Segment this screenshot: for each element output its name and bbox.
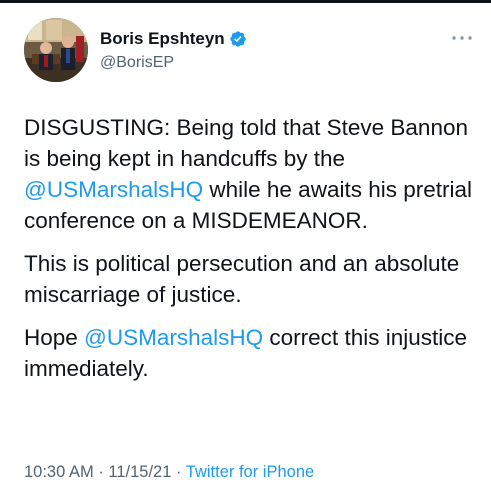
display-name[interactable]: Boris Epshteyn bbox=[100, 28, 225, 49]
tweet-paragraph-2: This is political persecution and an abs… bbox=[24, 251, 460, 307]
tweet-text: DISGUSTING: Being told that Steve Bannon… bbox=[24, 112, 474, 396]
display-name-row[interactable]: Boris Epshteyn bbox=[100, 28, 247, 49]
meta-separator: · bbox=[171, 463, 186, 481]
tweet-metadata: 10:30 AM · 11/15/21 · Twitter for iPhone bbox=[24, 462, 314, 482]
tweet-date[interactable]: 11/15/21 bbox=[108, 463, 171, 481]
verified-badge-icon bbox=[229, 30, 247, 48]
tweet-card: Boris Epshteyn @BorisEP DISGUSTING: Bein… bbox=[0, 0, 491, 500]
meta-separator: · bbox=[93, 463, 109, 481]
mention-link[interactable]: @USMarshalsHQ bbox=[84, 325, 263, 350]
user-info: Boris Epshteyn @BorisEP bbox=[100, 28, 247, 73]
tweet-time[interactable]: 10:30 AM bbox=[24, 463, 94, 481]
user-handle[interactable]: @BorisEP bbox=[100, 53, 247, 73]
tweet-text-segment: DISGUSTING: Being told that Steve Bannon… bbox=[24, 115, 468, 171]
tweet-header: Boris Epshteyn @BorisEP bbox=[24, 18, 473, 82]
mention-link[interactable]: @USMarshalsHQ bbox=[24, 177, 203, 202]
tweet-paragraph-3: Hope @USMarshalsHQ correct this injustic… bbox=[24, 322, 474, 384]
avatar[interactable] bbox=[24, 18, 88, 82]
tweet-source-link[interactable]: Twitter for iPhone bbox=[186, 463, 314, 481]
more-horizontal-icon[interactable] bbox=[451, 30, 473, 40]
top-divider bbox=[0, 0, 491, 3]
tweet-paragraph-1: DISGUSTING: Being told that Steve Bannon… bbox=[24, 112, 474, 236]
tweet-text-segment: Hope bbox=[24, 325, 85, 350]
